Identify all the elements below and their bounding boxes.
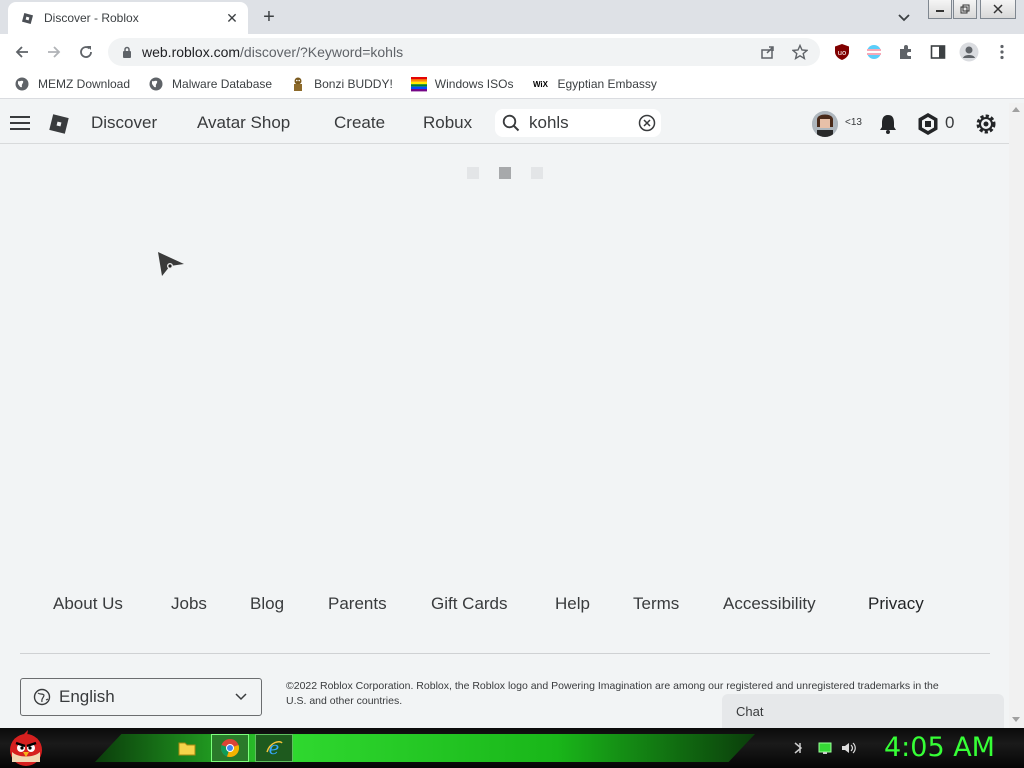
bookmark-egyptian-embassy[interactable]: WiX Egyptian Embassy: [531, 76, 657, 92]
forward-arrow-icon[interactable]: [42, 40, 66, 64]
url-path: /discover/?Keyword=kohls: [240, 44, 404, 60]
taskbar: e 4:05 AM: [0, 728, 1024, 768]
tab-close-icon[interactable]: ✕: [222, 8, 242, 28]
side-panel-icon[interactable]: [927, 41, 949, 63]
globe-icon: [33, 688, 51, 706]
page-scrollbar[interactable]: [1009, 103, 1024, 728]
language-select[interactable]: English: [20, 678, 262, 716]
search-icon[interactable]: [501, 113, 521, 133]
loading-dot: [531, 167, 543, 179]
pride-flag-extension-icon[interactable]: [863, 41, 885, 63]
browser-toolbar: web.roblox.com/discover/?Keyword=kohls u…: [0, 34, 1024, 70]
mouse-cursor-icon: [156, 250, 186, 278]
footer-divider: [20, 653, 990, 654]
loading-dot: [467, 167, 479, 179]
restore-button[interactable]: [953, 0, 977, 19]
lock-icon[interactable]: [120, 45, 134, 59]
globe-icon: [14, 76, 30, 92]
internet-explorer-taskbar-button[interactable]: e: [255, 734, 293, 762]
bookmarks-bar: MEMZ Download Malware Database Bonzi BUD…: [0, 70, 1024, 99]
footer-gift-cards[interactable]: Gift Cards: [431, 594, 508, 614]
chevron-down-icon: [233, 689, 249, 705]
minimize-button[interactable]: [928, 0, 952, 19]
start-button-angry-bird-icon[interactable]: [6, 728, 46, 768]
bookmark-memz-download[interactable]: MEMZ Download: [14, 76, 130, 92]
bookmark-bonzi-buddy[interactable]: Bonzi BUDDY!: [290, 76, 393, 92]
browser-menu-icon[interactable]: [991, 41, 1013, 63]
svg-text:uo: uo: [838, 49, 847, 57]
notifications-bell-icon[interactable]: [875, 111, 901, 137]
url-host: web.roblox.com: [142, 44, 241, 60]
profile-avatar-icon[interactable]: [958, 41, 980, 63]
bookmark-label: Bonzi BUDDY!: [314, 77, 393, 91]
chrome-taskbar-button[interactable]: [211, 734, 249, 762]
settings-gear-icon[interactable]: [973, 111, 999, 137]
footer-help[interactable]: Help: [555, 594, 590, 614]
tray-network-icon[interactable]: [791, 740, 807, 756]
avatar[interactable]: [812, 111, 838, 137]
chat-label: Chat: [736, 703, 764, 719]
reload-icon[interactable]: [74, 40, 98, 64]
bookmark-label: Egyptian Embassy: [557, 77, 657, 91]
scroll-down-arrow-icon[interactable]: [1012, 717, 1020, 722]
roblox-header: Discover Avatar Shop Create Robux kohls …: [0, 103, 1009, 144]
robux-icon[interactable]: [915, 111, 941, 137]
ublock-icon[interactable]: uo: [831, 41, 853, 63]
footer-accessibility[interactable]: Accessibility: [723, 594, 816, 614]
close-window-button[interactable]: [980, 0, 1016, 19]
tab-title: Discover - Roblox: [44, 11, 139, 25]
bookmark-label: Malware Database: [172, 77, 273, 91]
tray-volume-icon[interactable]: [841, 740, 857, 756]
wix-icon: WiX: [532, 79, 548, 89]
bookmark-star-icon[interactable]: [788, 40, 812, 64]
footer-about-us[interactable]: About Us: [53, 594, 123, 614]
scroll-up-arrow-icon[interactable]: [1012, 107, 1020, 112]
file-explorer-taskbar-button[interactable]: [168, 734, 206, 762]
share-icon[interactable]: [756, 40, 780, 64]
chat-bar[interactable]: Chat: [722, 694, 1004, 728]
bookmark-label: Windows ISOs: [434, 77, 514, 91]
search-value[interactable]: kohls: [529, 113, 637, 133]
footer-jobs[interactable]: Jobs: [171, 594, 207, 614]
nav-discover[interactable]: Discover: [91, 113, 157, 133]
age-label: <13: [845, 117, 862, 128]
nav-avatar-shop[interactable]: Avatar Shop: [197, 113, 290, 133]
address-bar[interactable]: web.roblox.com/discover/?Keyword=kohls: [108, 38, 820, 66]
bookmark-malware-database[interactable]: Malware Database: [148, 76, 272, 92]
new-tab-button[interactable]: +: [258, 6, 280, 28]
roblox-logo-icon[interactable]: [48, 113, 70, 135]
bookmark-label: MEMZ Download: [38, 77, 131, 91]
globe-icon: [148, 76, 164, 92]
nav-robux[interactable]: Robux: [423, 113, 472, 133]
footer-terms[interactable]: Terms: [633, 594, 679, 614]
tray-monitor-icon[interactable]: [817, 740, 833, 756]
extensions-puzzle-icon[interactable]: [895, 41, 917, 63]
taskbar-clock[interactable]: 4:05 AM: [884, 732, 995, 763]
language-value: English: [59, 687, 115, 706]
tab-search-chevron-icon[interactable]: [894, 8, 914, 28]
windows-icon: [410, 76, 427, 92]
search-input[interactable]: kohls: [495, 109, 661, 137]
loading-dot: [499, 167, 511, 179]
tab-discover-roblox[interactable]: Discover - Roblox ✕: [8, 2, 248, 34]
footer-parents[interactable]: Parents: [328, 594, 387, 614]
tab-strip: Discover - Roblox ✕ +: [0, 0, 1024, 34]
roblox-favicon-icon: [20, 11, 34, 25]
hamburger-menu-icon[interactable]: [10, 113, 30, 133]
bonzi-icon: [290, 76, 306, 92]
nav-create[interactable]: Create: [334, 113, 385, 133]
clear-search-icon[interactable]: [637, 113, 657, 133]
back-arrow-icon[interactable]: [10, 40, 34, 64]
robux-count[interactable]: 0: [945, 113, 954, 133]
url-text: web.roblox.com/discover/?Keyword=kohls: [142, 44, 756, 60]
footer-blog[interactable]: Blog: [250, 594, 284, 614]
bookmark-windows-isos[interactable]: Windows ISOs: [410, 76, 514, 92]
footer-privacy[interactable]: Privacy: [868, 594, 924, 614]
